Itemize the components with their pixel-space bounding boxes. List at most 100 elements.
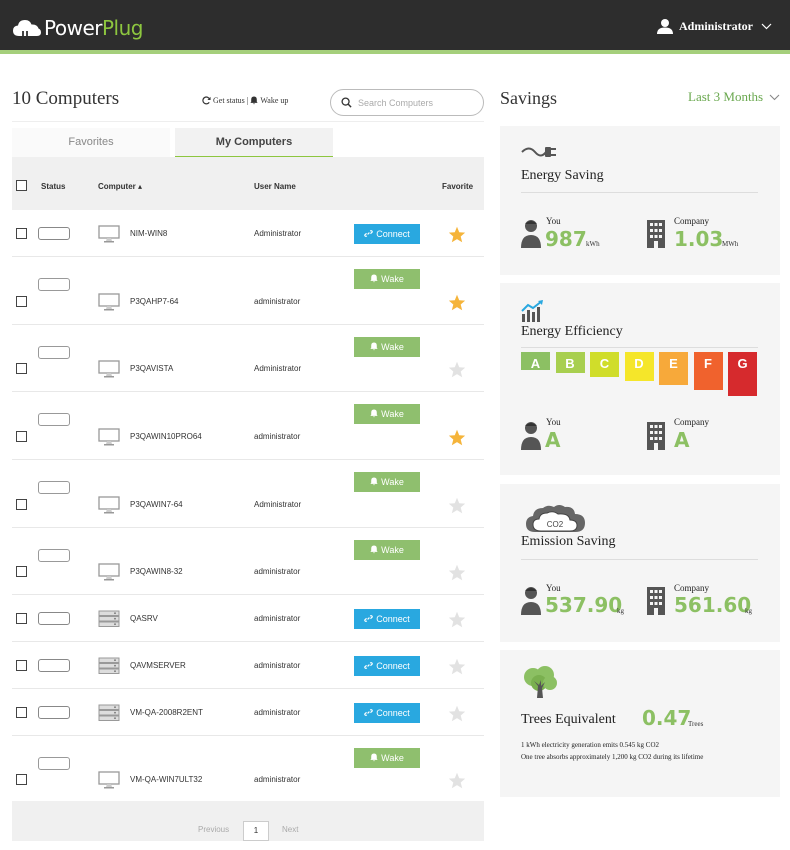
desktop-icon — [98, 360, 120, 380]
favorite-star-icon[interactable] — [448, 497, 466, 516]
grade-d: D — [624, 352, 654, 381]
table-row[interactable]: QAVMSERVER administrator Connect — [12, 642, 484, 689]
connect-button[interactable]: Connect — [354, 703, 420, 723]
status-indicator — [38, 549, 70, 562]
next-page-button[interactable]: Next — [282, 825, 298, 834]
grade-b: B — [555, 352, 585, 373]
row-checkbox[interactable] — [16, 566, 27, 577]
desktop-icon — [98, 428, 120, 448]
row-checkbox[interactable] — [16, 363, 27, 374]
favorite-star-icon[interactable] — [448, 361, 466, 380]
previous-page-button[interactable]: Previous — [198, 825, 229, 834]
favorite-star-icon[interactable] — [448, 611, 466, 630]
computer-name[interactable]: NIM-WIN8 — [130, 229, 167, 238]
table-row[interactable]: VM-QA-WIN7ULT32 administrator Wake — [12, 736, 484, 802]
computer-name[interactable]: P3QAWIN8-32 — [130, 567, 183, 576]
table-row[interactable]: QASRV administrator Connect — [12, 595, 484, 642]
favorite-star-icon[interactable] — [448, 658, 466, 677]
you-emission-unit: kg — [617, 607, 624, 615]
powerplug-logo[interactable]: PowerPlug — [12, 16, 143, 40]
column-favorite: Favorite — [442, 182, 474, 191]
emission-note: 1 kWh electricity generation emits 0.545… — [521, 741, 660, 749]
user-menu[interactable]: Administrator — [657, 18, 778, 34]
computer-name[interactable]: VM-QA-WIN7ULT32 — [130, 775, 202, 784]
wake-button[interactable]: Wake — [354, 337, 420, 357]
computer-name[interactable]: VM-QA-2008R2ENT — [130, 708, 203, 717]
wake-up-link[interactable]: Wake up — [260, 96, 288, 105]
wake-button[interactable]: Wake — [354, 472, 420, 492]
action-label: Wake — [381, 342, 404, 352]
tab-favorites[interactable]: Favorites — [12, 128, 170, 158]
action-label: Connect — [376, 708, 410, 718]
desktop-icon — [98, 225, 120, 245]
favorite-star-icon[interactable] — [448, 705, 466, 724]
search-icon — [341, 97, 352, 108]
row-checkbox[interactable] — [16, 774, 27, 785]
computer-name[interactable]: P3QAWIN10PRO64 — [130, 432, 202, 441]
table-row[interactable]: P3QAWIN8-32 administrator Wake — [12, 528, 484, 595]
office-building-icon — [647, 587, 665, 615]
table-row[interactable]: P3QAWIN7-64 Administrator Wake — [12, 460, 484, 528]
card-divider — [521, 192, 758, 193]
desktop-icon — [98, 771, 120, 791]
bell-icon — [370, 409, 378, 420]
table-row[interactable]: VM-QA-2008R2ENT administrator Connect — [12, 689, 484, 736]
row-checkbox[interactable] — [16, 613, 27, 624]
computer-name[interactable]: P3QAWIN7-64 — [130, 500, 183, 509]
search-box[interactable] — [330, 89, 484, 116]
select-all-checkbox[interactable] — [16, 180, 27, 191]
row-checkbox[interactable] — [16, 707, 27, 718]
favorite-star-icon[interactable] — [448, 772, 466, 791]
desktop-icon — [98, 563, 120, 583]
energy-saving-card: Energy Saving You 987 kWh Company 1.03 M… — [500, 126, 780, 275]
brand-suffix: Plug — [101, 16, 144, 40]
page-1-button[interactable]: 1 — [243, 821, 269, 841]
computer-name[interactable]: P3QAVISTA — [130, 364, 173, 373]
table-body: NIM-WIN8 Administrator Connect P3QAHP7-64 ad… — [12, 210, 484, 802]
bell-icon — [370, 753, 378, 764]
connect-button[interactable]: Connect — [354, 224, 420, 244]
wake-button[interactable]: Wake — [354, 269, 420, 289]
row-checkbox[interactable] — [16, 296, 27, 307]
table-header: Status Computer ▴ User Name Favorite — [12, 157, 484, 210]
table-row[interactable]: NIM-WIN8 Administrator Connect — [12, 210, 484, 257]
favorite-star-icon[interactable] — [448, 226, 466, 245]
status-indicator — [38, 278, 70, 291]
row-checkbox[interactable] — [16, 228, 27, 239]
table-row[interactable]: P3QAHP7-64 administrator Wake — [12, 257, 484, 325]
grade-f: F — [693, 352, 723, 390]
grade-g: G — [728, 352, 757, 396]
table-row[interactable]: P3QAWIN10PRO64 administrator Wake — [12, 392, 484, 460]
chevron-down-icon — [769, 94, 780, 100]
wake-button[interactable]: Wake — [354, 540, 420, 560]
column-computer[interactable]: Computer ▴ — [98, 182, 142, 191]
status-indicator — [38, 346, 70, 359]
user-name-cell: Administrator — [254, 364, 302, 373]
energy-saving-title: Energy Saving — [521, 168, 604, 183]
period-selector[interactable]: Last 3 Months — [688, 89, 780, 105]
favorite-star-icon[interactable] — [448, 429, 466, 448]
computer-name[interactable]: QASRV — [130, 614, 158, 623]
co2-label: CO2 — [547, 520, 564, 529]
connect-button[interactable]: Connect — [354, 656, 420, 676]
row-checkbox[interactable] — [16, 499, 27, 510]
computer-name[interactable]: QAVMSERVER — [130, 661, 186, 670]
tab-my-computers[interactable]: My Computers — [175, 128, 333, 158]
favorite-star-icon[interactable] — [448, 564, 466, 583]
row-checkbox[interactable] — [16, 431, 27, 442]
pagination: Previous 1 Next — [12, 801, 484, 841]
computer-name[interactable]: P3QAHP7-64 — [130, 297, 178, 306]
connect-button[interactable]: Connect — [354, 609, 420, 629]
wake-button[interactable]: Wake — [354, 404, 420, 424]
status-indicator — [38, 227, 70, 240]
wake-button[interactable]: Wake — [354, 748, 420, 768]
office-building-icon — [647, 220, 665, 248]
bell-icon — [370, 274, 378, 285]
user-name: Administrator — [679, 18, 753, 33]
you-energy-value: 987 — [545, 227, 587, 251]
row-checkbox[interactable] — [16, 660, 27, 671]
search-input[interactable] — [358, 97, 478, 108]
favorite-star-icon[interactable] — [448, 294, 466, 313]
table-row[interactable]: P3QAVISTA Administrator Wake — [12, 325, 484, 392]
get-status-link[interactable]: Get status — [213, 96, 245, 105]
